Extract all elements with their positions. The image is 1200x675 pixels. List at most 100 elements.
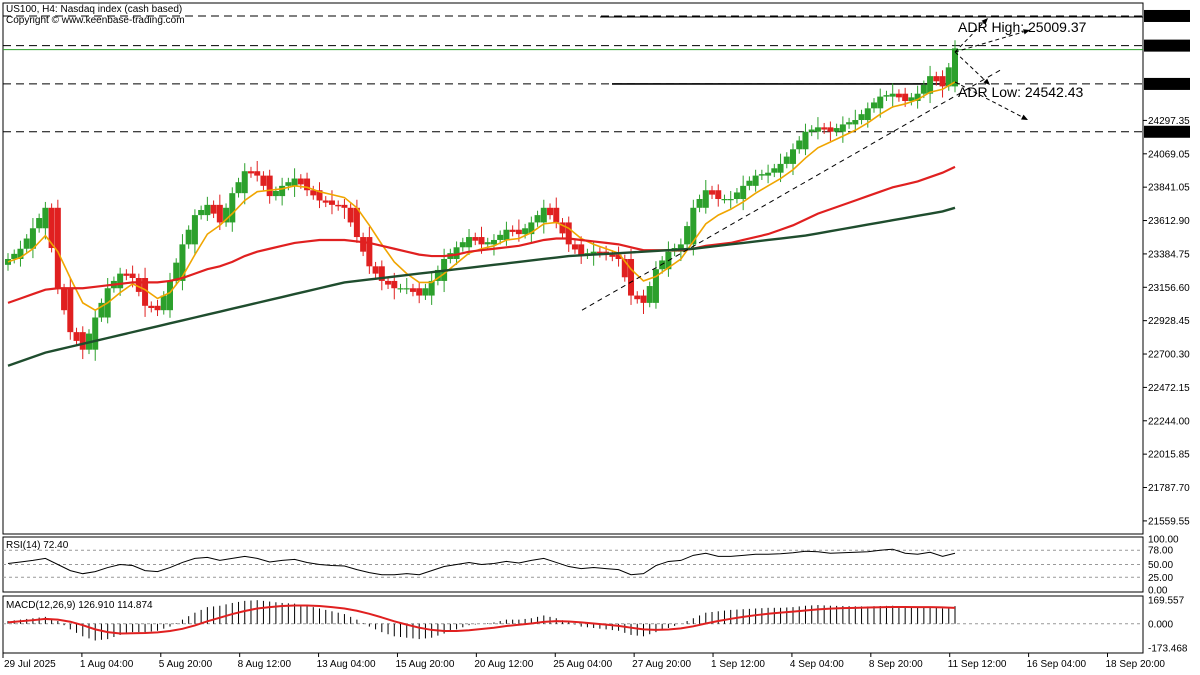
candle-body bbox=[540, 207, 547, 223]
candle-body bbox=[796, 140, 803, 150]
candle-body bbox=[490, 239, 497, 245]
candle-body bbox=[758, 174, 765, 176]
candle-body bbox=[895, 93, 902, 98]
candle-body bbox=[385, 280, 392, 285]
candle-body bbox=[291, 178, 298, 186]
candle-body bbox=[715, 190, 722, 200]
candle-body bbox=[802, 131, 809, 150]
x-tick-label: 13 Aug 04:00 bbox=[317, 659, 376, 670]
x-tick-label: 18 Sep 20:00 bbox=[1105, 659, 1165, 670]
y-tick-label: 22928.45 bbox=[1148, 316, 1190, 327]
candle-body bbox=[733, 192, 740, 200]
candle-body bbox=[808, 129, 815, 132]
candle-body bbox=[148, 305, 155, 308]
price-tag-label: 25011.29 bbox=[1147, 11, 1188, 22]
candle-body bbox=[702, 190, 709, 208]
ma-fast-line bbox=[7, 81, 956, 312]
candle-body bbox=[777, 163, 784, 173]
y-tick-label: 24297.35 bbox=[1148, 116, 1190, 127]
candle-body bbox=[166, 280, 173, 311]
candle-body bbox=[478, 237, 485, 245]
candle-body bbox=[341, 204, 348, 208]
candle-body bbox=[229, 193, 236, 223]
x-tick-label: 27 Aug 20:00 bbox=[632, 659, 691, 670]
macd-y-tick-label: 169.557 bbox=[1148, 596, 1185, 607]
candle-body bbox=[260, 175, 267, 186]
candle-body bbox=[353, 207, 360, 238]
y-tick-label: 22700.30 bbox=[1148, 350, 1190, 361]
candle-body bbox=[827, 127, 834, 132]
candle-body bbox=[752, 175, 759, 186]
macd-title: MACD(12,26,9) 126.910 114.874 bbox=[6, 600, 153, 611]
candle-body bbox=[360, 237, 367, 252]
candle-body bbox=[160, 295, 167, 311]
candle-body bbox=[746, 180, 753, 186]
macd-y-tick-label: -173.468 bbox=[1148, 643, 1188, 654]
y-tick-label: 21559.55 bbox=[1148, 516, 1190, 527]
candle-body bbox=[422, 288, 429, 296]
candle-body bbox=[727, 199, 734, 201]
candle-body bbox=[403, 288, 410, 290]
candle-body bbox=[459, 242, 466, 248]
trend-line bbox=[581, 69, 1001, 311]
macd-y-tick-label: 0.000 bbox=[1148, 619, 1173, 630]
candle-body bbox=[210, 204, 217, 214]
candle-body bbox=[571, 244, 578, 250]
candle-body bbox=[391, 280, 398, 289]
candle-body bbox=[247, 171, 254, 174]
rsi-title: RSI(14) 72.40 bbox=[6, 540, 69, 551]
adr-arrow-down bbox=[954, 51, 991, 86]
candle-body bbox=[578, 244, 585, 255]
candle-body bbox=[871, 102, 878, 109]
candle-body bbox=[547, 207, 554, 216]
candle-body bbox=[472, 237, 479, 241]
candle-body bbox=[852, 120, 859, 125]
rsi-y-tick-label: 50.00 bbox=[1148, 560, 1173, 571]
candle-body bbox=[198, 209, 205, 216]
macd-panel-frame bbox=[2, 595, 1144, 654]
candle-body bbox=[484, 242, 491, 245]
candle-body bbox=[254, 171, 261, 176]
y-tick-label: 23384.75 bbox=[1148, 249, 1190, 260]
candle-body bbox=[877, 96, 884, 109]
candle-body bbox=[640, 295, 647, 303]
candle-body bbox=[42, 207, 49, 229]
price-tag-label: 24219.73 bbox=[1147, 127, 1189, 138]
candle-body bbox=[266, 175, 273, 197]
candle-body bbox=[347, 207, 354, 223]
candle-body bbox=[864, 108, 871, 121]
x-tick-label: 29 Jul 2025 bbox=[4, 659, 56, 670]
symbol-title: US100, H4: Nasdaq index (cash based) bbox=[6, 4, 183, 15]
candle-body bbox=[92, 317, 99, 350]
candle-body bbox=[204, 204, 211, 216]
candle-body bbox=[771, 168, 778, 173]
candle-body bbox=[503, 229, 510, 240]
candle-body bbox=[790, 149, 797, 164]
candle-body bbox=[416, 288, 423, 296]
candle-body bbox=[397, 288, 404, 290]
x-tick-label: 20 Aug 12:00 bbox=[474, 659, 533, 670]
candle-body bbox=[833, 128, 840, 132]
candle-body bbox=[765, 172, 772, 176]
candle-body bbox=[721, 199, 728, 201]
candle-body bbox=[366, 237, 373, 267]
candle-body bbox=[322, 200, 329, 203]
candle-body bbox=[73, 332, 80, 341]
candle-body bbox=[821, 127, 828, 130]
candle-body bbox=[684, 226, 691, 245]
candle-body bbox=[279, 185, 286, 197]
price-tag-label: 24808.64 bbox=[1147, 41, 1189, 52]
candle-body bbox=[646, 286, 653, 303]
candle-body bbox=[565, 222, 572, 245]
candle-body bbox=[534, 215, 541, 223]
price-tag-label: 24546.78 bbox=[1147, 79, 1189, 90]
candle-body bbox=[272, 190, 279, 197]
x-tick-label: 25 Aug 04:00 bbox=[553, 659, 612, 670]
candle-body bbox=[783, 156, 790, 164]
candle-body bbox=[609, 254, 616, 257]
candle-body bbox=[129, 273, 136, 279]
candle-body bbox=[285, 182, 292, 186]
candle-body bbox=[497, 234, 504, 240]
x-tick-label: 15 Aug 20:00 bbox=[395, 659, 454, 670]
rsi-y-tick-label: 78.00 bbox=[1148, 546, 1173, 557]
